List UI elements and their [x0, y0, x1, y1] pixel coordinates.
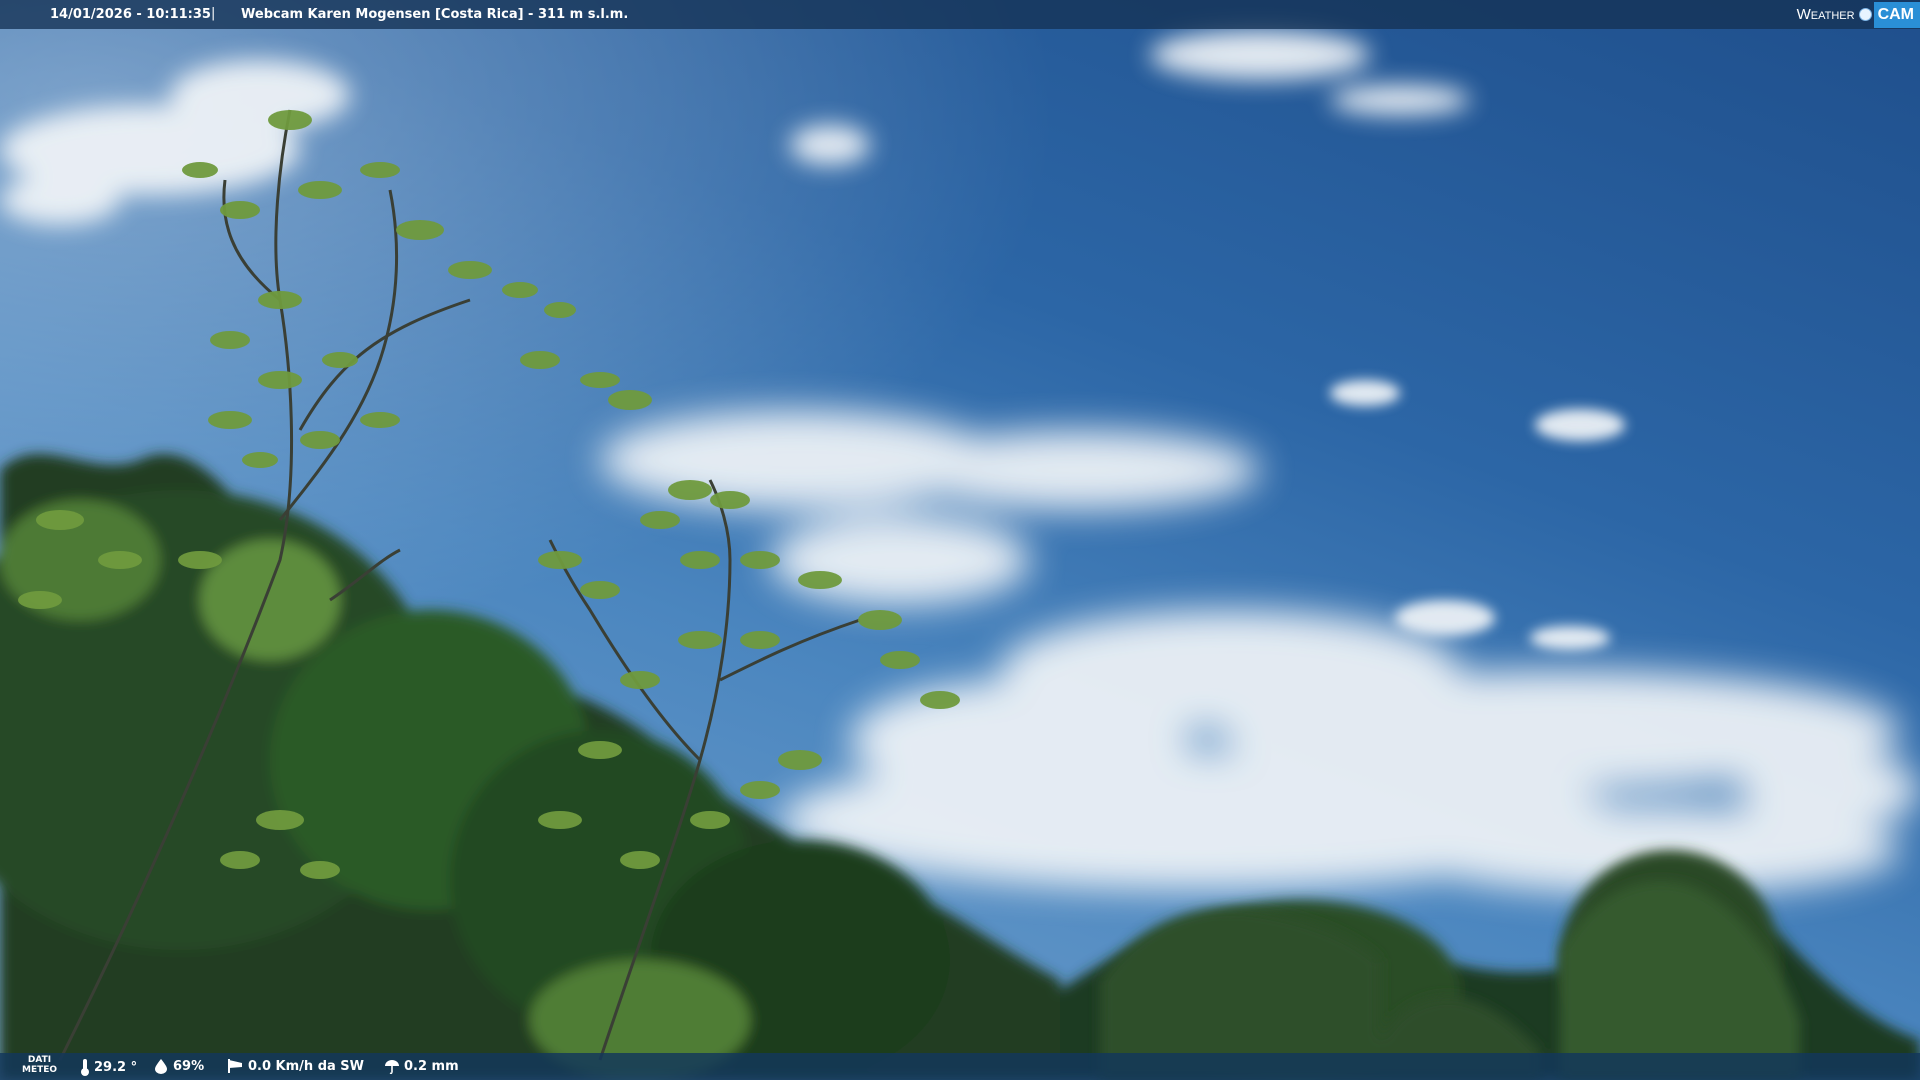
umbrella-icon: [385, 1060, 399, 1074]
thermometer-icon: [81, 1059, 89, 1076]
weathercam-logo: Weather CAM: [1797, 0, 1920, 29]
webcam-image: [0, 0, 1920, 1080]
weather-data-label: DATI METEO: [22, 1055, 57, 1075]
logo-cam-text: CAM: [1873, 1, 1920, 28]
timestamp: 14/01/2026 - 10:11:35: [50, 7, 211, 22]
label-line2: METEO: [22, 1065, 58, 1075]
wind-value: 0.0 Km/h da SW: [248, 1058, 365, 1074]
humidity-value: 69%: [173, 1058, 205, 1074]
webcam-title: Webcam Karen Mogensen [Costa Rica] - 311…: [241, 7, 629, 22]
drop-icon: [155, 1059, 167, 1074]
separator: |: [211, 6, 216, 21]
logo-weather-text: Weather: [1796, 6, 1855, 23]
webcam-frame: 14/01/2026 - 10:11:35 | Webcam Karen Mog…: [0, 0, 1920, 1080]
top-info-bar: 14/01/2026 - 10:11:35 | Webcam Karen Mog…: [0, 0, 1920, 29]
label-line1: DATI: [27, 1055, 52, 1065]
humidity-reading: 69%: [153, 1058, 204, 1074]
windsock-icon: [228, 1059, 242, 1073]
wind-reading: 0.0 Km/h da SW: [226, 1058, 364, 1074]
weather-data-bar: DATI METEO 29.2 ° 69% 0.0 Km/h da SW 0.2…: [0, 1053, 1920, 1080]
rain-value: 0.2 mm: [404, 1058, 459, 1074]
rain-reading: 0.2 mm: [384, 1058, 459, 1074]
temperature-reading: 29.2 °: [80, 1058, 137, 1076]
logo-dot-icon: [1858, 8, 1872, 21]
temperature-value: 29.2 °: [94, 1059, 138, 1075]
